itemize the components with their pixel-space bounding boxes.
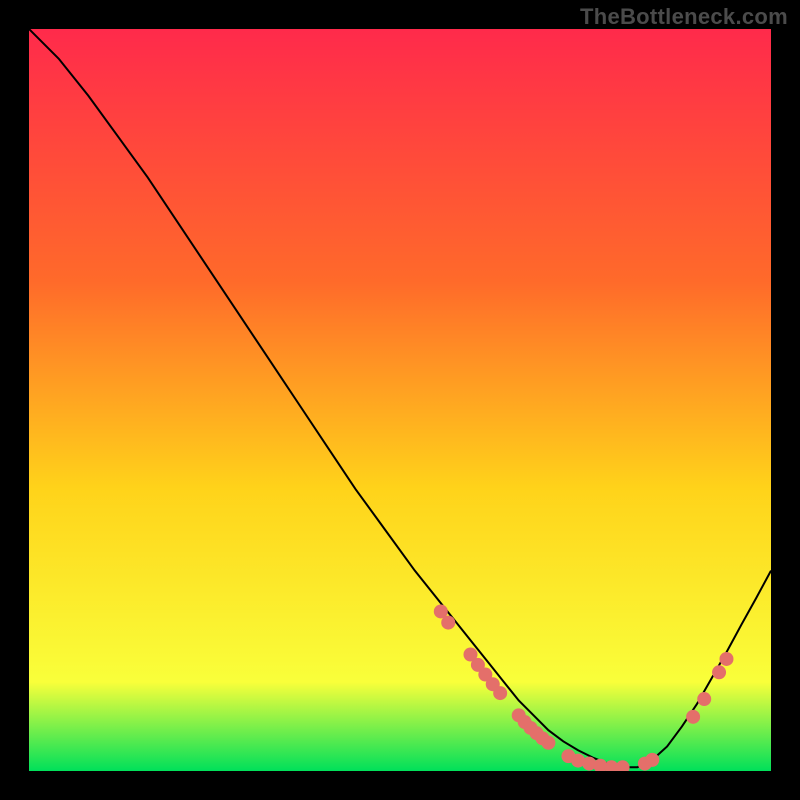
curve-dot bbox=[697, 692, 711, 706]
curve-dot bbox=[686, 710, 700, 724]
chart-frame: TheBottleneck.com bbox=[0, 0, 800, 800]
curve-dot bbox=[441, 616, 455, 630]
plot-svg bbox=[29, 29, 771, 771]
curve-dot bbox=[493, 686, 507, 700]
curve-dot bbox=[719, 652, 733, 666]
watermark-text: TheBottleneck.com bbox=[580, 4, 788, 30]
curve-dot bbox=[541, 736, 555, 750]
plot-area bbox=[29, 29, 771, 771]
plot-background bbox=[29, 29, 771, 771]
curve-dot bbox=[712, 665, 726, 679]
curve-dot bbox=[645, 753, 659, 767]
